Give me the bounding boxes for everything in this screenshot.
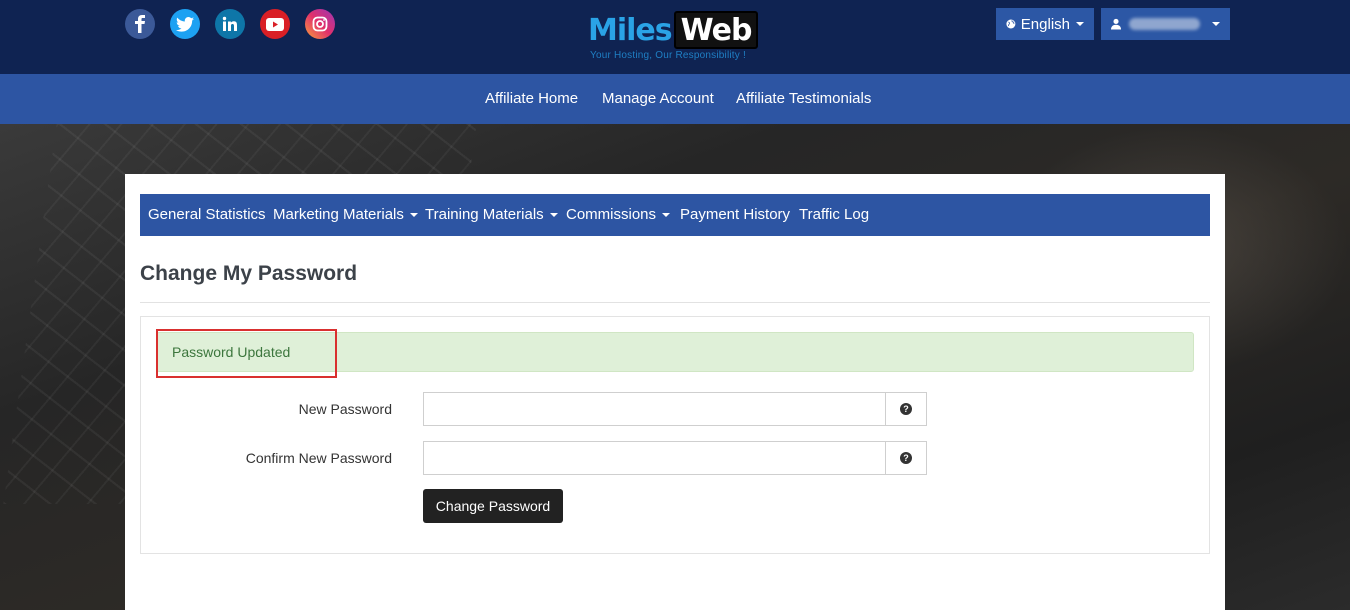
change-password-panel: Password Updated New Password ? Confirm … — [140, 316, 1210, 554]
language-label: English — [1020, 15, 1070, 33]
page-title: Change My Password — [140, 262, 358, 285]
chevron-down-icon — [662, 213, 671, 218]
logo-web-text: Web — [674, 11, 758, 49]
new-password-help-button[interactable]: ? — [885, 392, 927, 426]
content-card: General Statistics Marketing Materials T… — [125, 174, 1225, 610]
new-password-input[interactable] — [423, 392, 886, 426]
user-icon — [1111, 18, 1122, 30]
question-icon: ? — [900, 452, 912, 464]
facebook-icon[interactable] — [125, 9, 155, 39]
subnav-commissions[interactable]: Commissions — [566, 194, 671, 236]
top-bar: Miles Web Your Hosting, Our Responsibili… — [0, 0, 1350, 74]
highlight-box — [156, 329, 337, 378]
question-icon: ? — [900, 403, 912, 415]
mileswebsite-logo[interactable]: Miles Web Your Hosting, Our Responsibili… — [588, 11, 760, 61]
chevron-down-icon — [549, 213, 558, 218]
chevron-down-icon — [1212, 22, 1220, 26]
user-name-blurred — [1129, 18, 1200, 30]
new-password-label: New Password — [298, 401, 392, 417]
logo-miles-text: Miles — [588, 12, 673, 48]
subnav-payment-history[interactable]: Payment History — [680, 194, 790, 236]
instagram-icon[interactable] — [305, 9, 335, 39]
confirm-password-input[interactable] — [423, 441, 886, 475]
subnav-general-statistics[interactable]: General Statistics — [148, 194, 266, 236]
main-navigation: Affiliate Home Manage Account Affiliate … — [0, 74, 1350, 124]
confirm-password-help-button[interactable]: ? — [885, 441, 927, 475]
globe-icon — [1006, 19, 1016, 29]
subnav-marketing-materials[interactable]: Marketing Materials — [273, 194, 418, 236]
chevron-down-icon — [409, 213, 418, 218]
subnav-traffic-log[interactable]: Traffic Log — [799, 194, 869, 236]
change-password-button[interactable]: Change Password — [423, 489, 563, 523]
divider — [140, 302, 1210, 303]
chevron-down-icon — [1076, 22, 1084, 26]
affiliate-sub-navigation: General Statistics Marketing Materials T… — [140, 194, 1210, 236]
nav-manage-account[interactable]: Manage Account — [602, 74, 714, 124]
nav-affiliate-testimonials[interactable]: Affiliate Testimonials — [736, 74, 871, 124]
linkedin-icon[interactable] — [215, 9, 245, 39]
nav-affiliate-home[interactable]: Affiliate Home — [485, 74, 578, 124]
subnav-training-materials[interactable]: Training Materials — [425, 194, 558, 236]
confirm-password-label: Confirm New Password — [245, 450, 392, 466]
language-dropdown[interactable]: English — [996, 8, 1094, 40]
logo-tagline: Your Hosting, Our Responsibility ! — [590, 50, 746, 61]
user-account-dropdown[interactable] — [1101, 8, 1230, 40]
youtube-icon[interactable] — [260, 9, 290, 39]
twitter-icon[interactable] — [170, 9, 200, 39]
